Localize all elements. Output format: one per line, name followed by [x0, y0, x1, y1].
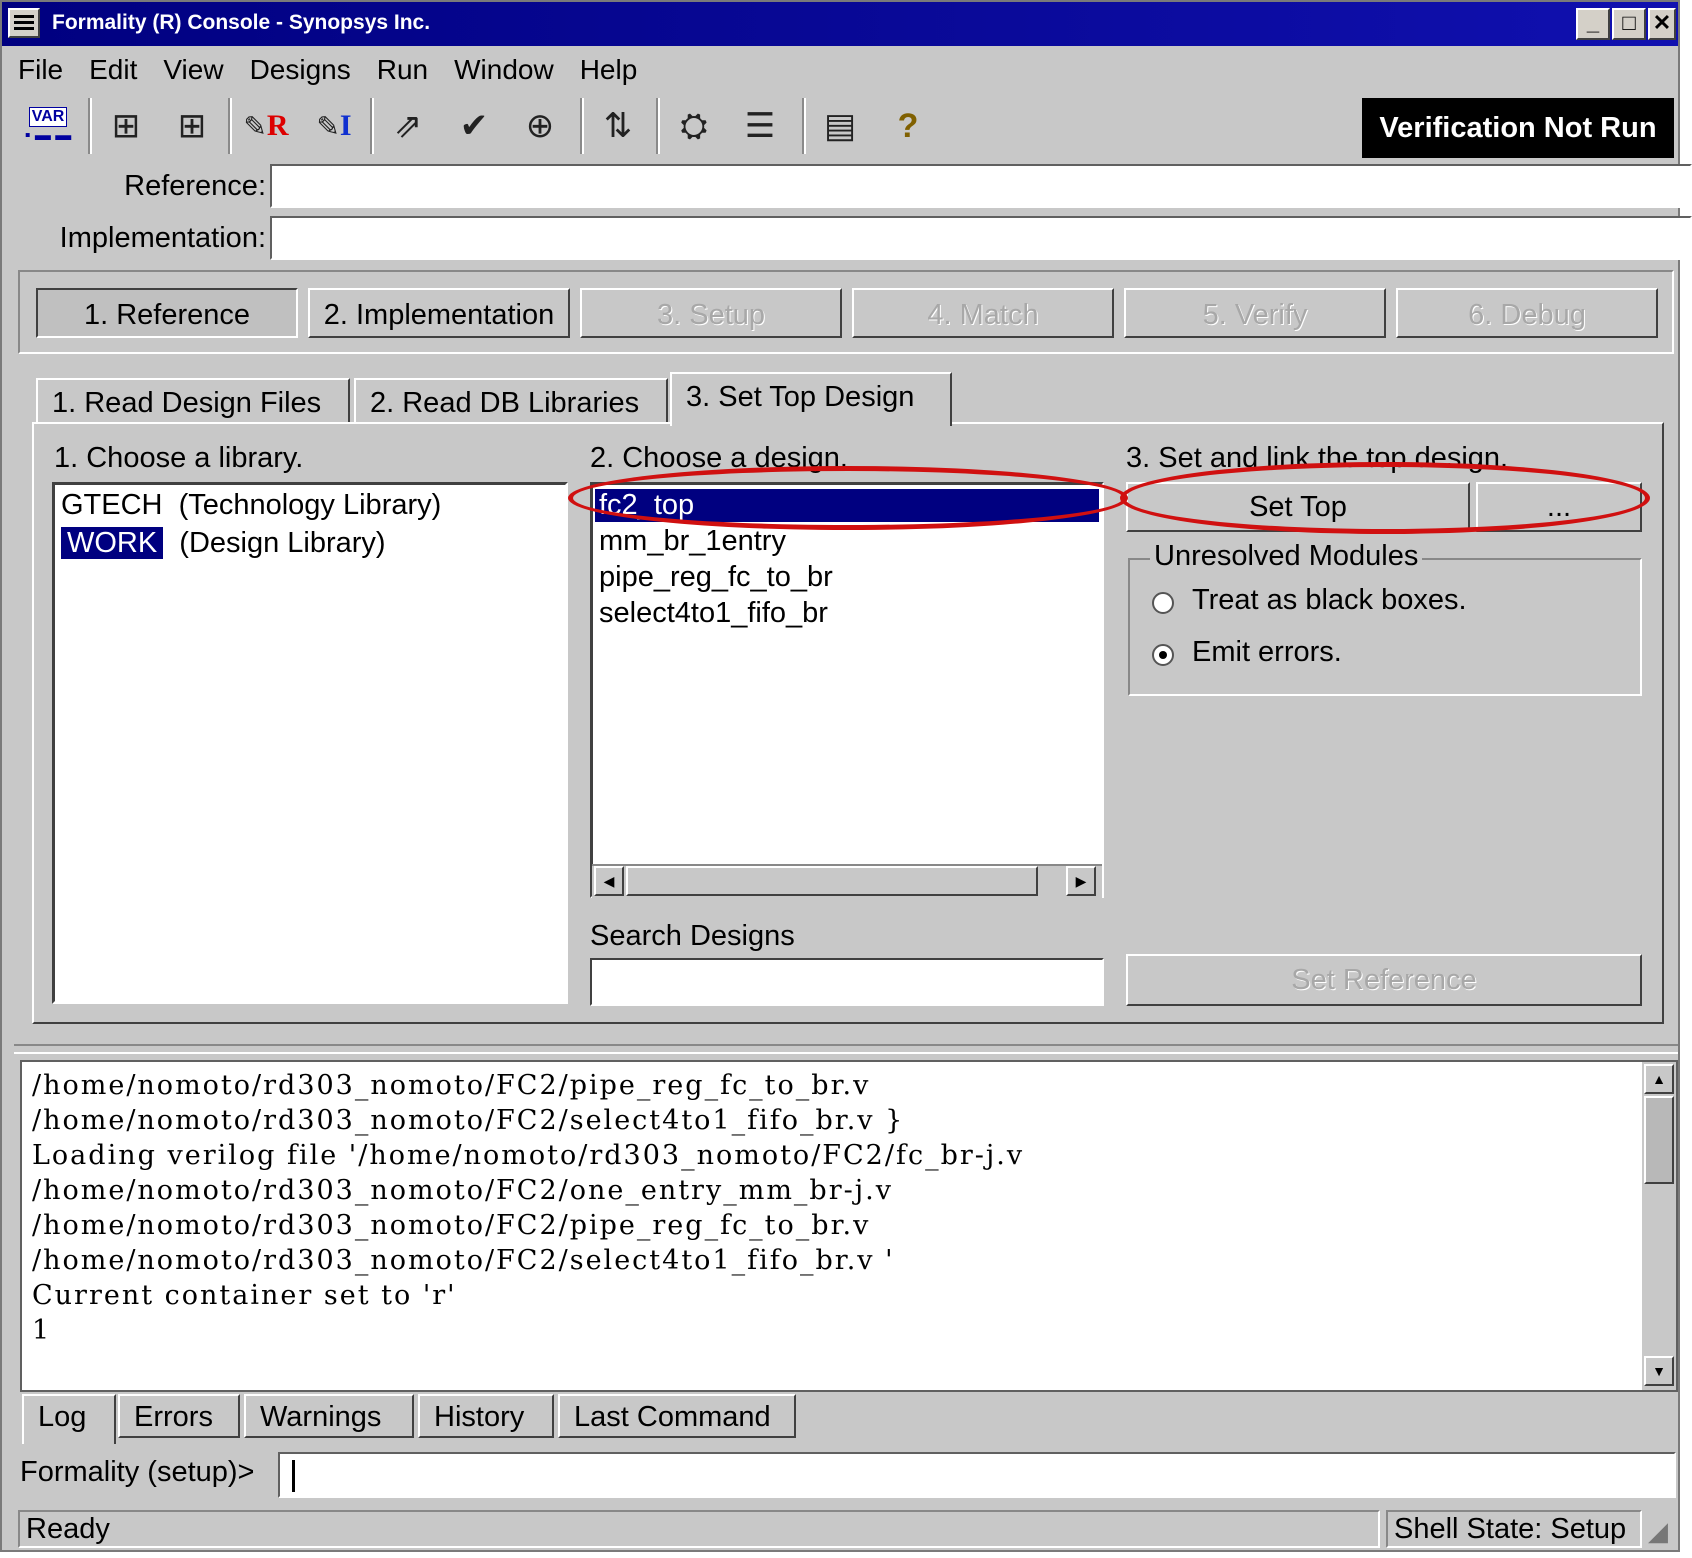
list-item[interactable]: GTECH (Technology Library) — [61, 489, 441, 522]
run-match-icon[interactable]: ✔ — [446, 98, 502, 154]
search-designs-label: Search Designs — [590, 920, 795, 952]
scroll-right-icon[interactable]: ▶ — [1066, 866, 1096, 896]
status-bar: Ready Shell State: Setup ◢ — [18, 1510, 1678, 1550]
resize-grip-icon[interactable]: ◢ — [1648, 1516, 1668, 1547]
menu-edit[interactable]: Edit — [85, 50, 141, 94]
menu-window[interactable]: Window — [450, 50, 558, 94]
transcript-log[interactable]: /home/nomoto/rd303_nomoto/FC2/pipe_reg_f… — [20, 1060, 1678, 1392]
set-reference-button: Set Reference — [1126, 954, 1642, 1006]
close-button[interactable]: ✕ — [1648, 8, 1676, 40]
tab-errors[interactable]: Errors — [118, 1394, 240, 1438]
unresolved-modules-title: Unresolved Modules — [1150, 540, 1423, 573]
system-menu-icon[interactable] — [8, 8, 40, 38]
tab-read-db-libraries[interactable]: 2. Read DB Libraries — [354, 378, 668, 424]
log-line: 1 — [32, 1315, 52, 1346]
radio-emit-errors-label[interactable]: Emit errors. — [1192, 636, 1342, 669]
log-line: /home/nomoto/rd303_nomoto/FC2/pipe_reg_f… — [32, 1210, 871, 1241]
step-implementation[interactable]: 2. Implementation — [308, 288, 570, 338]
log-line: Loading verilog file '/home/nomoto/rd303… — [32, 1140, 1025, 1171]
window-title: Formality (R) Console - Synopsys Inc. — [52, 11, 431, 34]
library-name: GTECH — [61, 489, 163, 521]
step-debug: 6. Debug — [1396, 288, 1658, 338]
reference-field[interactable] — [270, 164, 1692, 208]
step-reference[interactable]: 1. Reference — [36, 288, 298, 338]
library-name: WORK — [61, 527, 164, 559]
minimize-button[interactable]: _ — [1576, 8, 1610, 40]
implementation-label: Implementation: — [59, 222, 266, 254]
compare-icon[interactable]: ⇅ — [590, 98, 646, 154]
unresolved-modules-group — [1128, 558, 1642, 696]
log-vertical-scrollbar[interactable]: ▲ ▼ — [1642, 1062, 1676, 1390]
radio-emit-errors[interactable] — [1152, 644, 1174, 666]
step-setup: 3. Setup — [580, 288, 842, 338]
scroll-thumb[interactable] — [1644, 1096, 1674, 1184]
flow-steps-panel: 1. Reference 2. Implementation 3. Setup … — [18, 270, 1674, 354]
align-icon[interactable]: ☰ — [732, 98, 788, 154]
design-list[interactable]: fc2_top mm_br_1entry pipe_reg_fc_to_br s… — [590, 482, 1104, 898]
tab-read-design-files[interactable]: 1. Read Design Files — [36, 378, 350, 424]
hierarchy-impl-icon[interactable]: ⊞ — [164, 98, 220, 154]
tab-set-top-design[interactable]: 3. Set Top Design — [670, 372, 952, 426]
eraser-r-icon[interactable]: ✎ R — [238, 98, 294, 154]
search-designs-input[interactable] — [590, 958, 1104, 1006]
scroll-left-icon[interactable]: ◀ — [594, 866, 624, 896]
reference-row: Reference: — [18, 162, 1692, 210]
scroll-down-icon[interactable]: ▼ — [1644, 1356, 1674, 1386]
var-icon[interactable]: VAR ▪ ▬ ▬ — [20, 98, 76, 154]
log-line: /home/nomoto/rd303_nomoto/FC2/select4to1… — [32, 1245, 895, 1276]
tab-history[interactable]: History — [418, 1394, 554, 1438]
list-item[interactable]: WORK (Design Library) — [61, 527, 386, 560]
library-desc: (Design Library) — [179, 527, 386, 559]
command-input[interactable] — [278, 1452, 1676, 1498]
text-caret — [292, 1460, 295, 1492]
step-match: 4. Match — [852, 288, 1114, 338]
verification-status: Verification Not Run — [1362, 98, 1674, 158]
list-item[interactable]: select4to1_fifo_br — [599, 597, 828, 630]
help-icon[interactable]: ? — [880, 98, 936, 154]
menu-view[interactable]: View — [159, 50, 227, 94]
status-message: Ready — [18, 1510, 1380, 1548]
menu-designs[interactable]: Designs — [246, 50, 355, 94]
menu-bar: File Edit View Designs Run Window Help — [14, 50, 641, 94]
choose-library-heading: 1. Choose a library. — [54, 442, 304, 474]
title-bar[interactable]: Formality (R) Console - Synopsys Inc. _ … — [2, 2, 1678, 46]
formality-console-window: Formality (R) Console - Synopsys Inc. _ … — [0, 0, 1692, 1552]
menu-run[interactable]: Run — [373, 50, 432, 94]
maximize-button[interactable]: □ — [1612, 8, 1646, 40]
run-verify-icon[interactable]: ⊕ — [512, 98, 568, 154]
implementation-row: Implementation: — [18, 214, 1692, 262]
step-verify: 5. Verify — [1124, 288, 1386, 338]
binoculars-icon[interactable]: ⛭ — [666, 98, 722, 154]
implementation-field[interactable] — [270, 216, 1692, 260]
library-desc: (Technology Library) — [178, 489, 442, 521]
annotation-oval-set-top — [1120, 462, 1650, 534]
tab-log[interactable]: Log — [22, 1394, 116, 1444]
log-line: Current container set to 'r' — [32, 1280, 457, 1311]
hierarchy-ref-icon[interactable]: ⊞ — [98, 98, 154, 154]
list-item[interactable]: mm_br_1entry — [599, 525, 786, 558]
shell-state: Shell State: Setup — [1386, 1510, 1642, 1548]
library-list[interactable]: GTECH (Technology Library) WORK (Design … — [52, 482, 568, 1004]
log-line: /home/nomoto/rd303_nomoto/FC2/one_entry_… — [32, 1175, 893, 1206]
pane-divider[interactable] — [14, 1044, 1678, 1054]
run-setup-icon[interactable]: ⇗ — [380, 98, 436, 154]
radio-black-boxes[interactable] — [1152, 592, 1174, 614]
annotation-oval-design — [568, 466, 1128, 530]
eraser-i-icon[interactable]: ✎ I — [306, 98, 362, 154]
list-item[interactable]: pipe_reg_fc_to_br — [599, 561, 833, 594]
command-prompt-label: Formality (setup)> — [20, 1456, 255, 1488]
list-icon[interactable]: ▤ — [812, 98, 868, 154]
design-list-horizontal-scrollbar[interactable]: ◀ ▶ — [592, 864, 1102, 898]
log-line: /home/nomoto/rd303_nomoto/FC2/pipe_reg_f… — [32, 1070, 871, 1101]
scroll-up-icon[interactable]: ▲ — [1644, 1064, 1674, 1094]
log-line: /home/nomoto/rd303_nomoto/FC2/select4to1… — [32, 1105, 905, 1136]
reference-label: Reference: — [124, 170, 266, 202]
radio-black-boxes-label[interactable]: Treat as black boxes. — [1192, 584, 1467, 617]
tab-last-command[interactable]: Last Command — [558, 1394, 796, 1438]
menu-file[interactable]: File — [14, 50, 67, 94]
scroll-thumb[interactable] — [626, 866, 1038, 896]
tab-warnings[interactable]: Warnings — [244, 1394, 414, 1438]
menu-help[interactable]: Help — [576, 50, 642, 94]
